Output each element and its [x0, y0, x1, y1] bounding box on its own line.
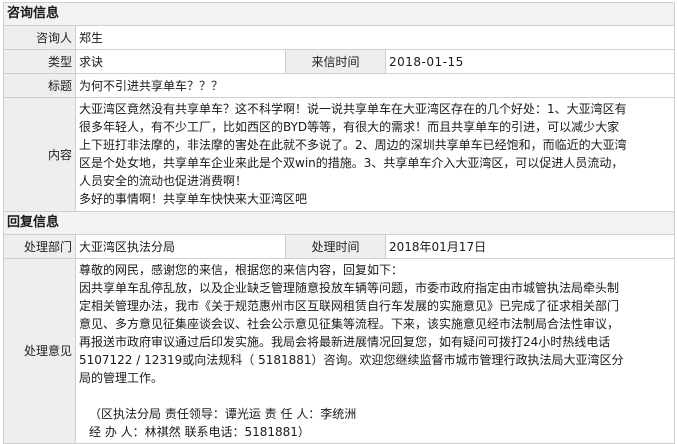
opinion-line: 因共享单车乱停乱放，以及企业缺乏管理随意投放车辆等问题，市委市政府指定由市城管执… — [79, 281, 620, 295]
type-date-row: 类型 求诀 来信时间 2018-01-15 — [3, 49, 676, 74]
opinion-line: 5107122 / 12319或向法规科（ 5181881）咨询。欢迎您继续监督… — [79, 353, 624, 367]
dept-label: 处理部门 — [3, 234, 76, 259]
type-value: 求诀 — [75, 49, 286, 74]
person-label: 咨询人 — [3, 25, 76, 50]
person-value: 郑生 — [74, 25, 676, 50]
letter-date-label: 来信时间 — [285, 49, 386, 74]
consult-section-row: 咨询信息 — [2, 2, 676, 26]
content-label: 内容 — [3, 97, 76, 212]
opinion-text: 尊敬的网民，感谢您的来信，根据您的来信内容，回复如下： 因共享单车乱停乱放，以及… — [74, 258, 676, 444]
signature-line: （区执法分局 责任领导：谭光运 责 任 人：李统洲 — [89, 407, 357, 421]
content-row: 内容 大亚湾区竟然没有共享单车？这不科学啊！说一说共享单车在大亚湾区存在的几个好… — [3, 97, 676, 212]
opinion-row: 处理意见 尊敬的网民，感谢您的来信，根据您的来信内容，回复如下： 因共享单车乱停… — [3, 258, 676, 444]
title-label: 标题 — [3, 73, 76, 98]
dept-date-row: 处理部门 大亚湾区执法分局 处理时间 2018年01月17日 — [3, 234, 676, 259]
type-label: 类型 — [3, 49, 76, 74]
person-row: 咨询人 郑生 — [3, 25, 676, 50]
handle-date-value: 2018年01月17日 — [384, 234, 676, 259]
opinion-line: 意见、多方意见征集座谈会议、社会公示意见征集等流程。下来，该实施意见经市法制局合… — [79, 317, 620, 331]
opinion-spacer — [79, 387, 671, 405]
letter-date-value: 2018-01-15 — [384, 49, 676, 74]
content-line: 人员安全的流动也促进消费啊！ — [79, 174, 248, 188]
opinion-line: 局的管理工作。 — [79, 371, 164, 385]
content-line: 大亚湾区竟然没有共享单车？这不科学啊！说一说共享单车在大亚湾区存在的几个好处：1… — [79, 102, 627, 116]
content-line: 上下班打非法摩的，非法摩的害处在此就不多说了。2、周边的深圳共享单车已经饱和，而… — [79, 138, 627, 152]
title-value: 为何不引进共享单车？？？ — [74, 73, 676, 98]
dept-value: 大亚湾区执法分局 — [75, 234, 286, 259]
reply-section-row: 回复信息 — [2, 211, 676, 235]
opinion-line: 定相关管理办法，我市《关于规范惠州市区互联网租赁自行车发展的实施意见》已完成了征… — [79, 299, 620, 313]
opinion-label: 处理意见 — [3, 258, 76, 444]
reply-section-title: 回复信息 — [2, 211, 676, 235]
content-text: 大亚湾区竟然没有共享单车？这不科学啊！说一说共享单车在大亚湾区存在的几个好处：1… — [74, 97, 676, 212]
opinion-line: 尊敬的网民，感谢您的来信，根据您的来信内容，回复如下： — [79, 263, 404, 277]
opinion-line: 再报送市政府审议通过后印发实施。我局会将最新进展情况回复您，如有疑问可拨打24小… — [79, 335, 611, 349]
signature-line: 经 办 人：林祺然 联系电话：5181881） — [89, 425, 310, 439]
handle-date-label: 处理时间 — [285, 234, 386, 259]
consult-section-title: 咨询信息 — [2, 2, 676, 26]
content-line: 很多年轻人，有不少工厂，比如西区的BYD等等，有很大的需求！而且共享单车的引进，… — [79, 120, 620, 134]
content-line: 多好的事情啊！共享单车快快来大亚湾区吧 — [79, 192, 308, 206]
content-line: 区是个处女地，共享单车企业来此是个双win的措施。3、共享单车介入大亚湾区，可以… — [79, 156, 624, 170]
title-row: 标题 为何不引进共享单车？？？ — [3, 73, 676, 98]
letter-detail-table: 咨询信息 咨询人 郑生 类型 求诀 来信时间 2018-01-15 标题 为何不… — [2, 2, 676, 444]
